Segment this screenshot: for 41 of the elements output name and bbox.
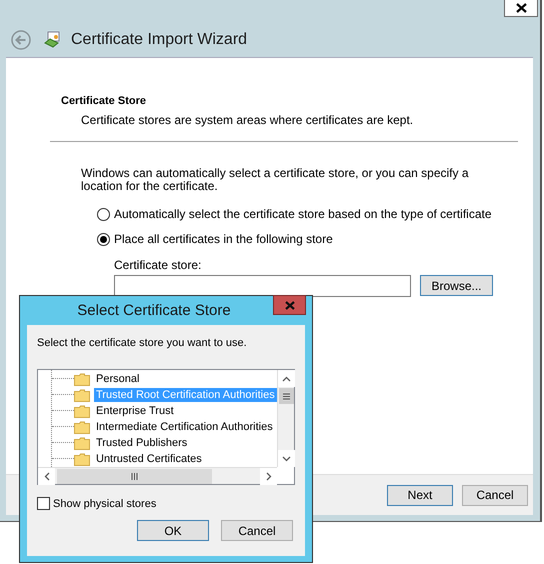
radio-button[interactable] [97,232,110,246]
radio-label: Automatically select the certificate store based on the type of certificate [114,207,492,221]
cancel-button[interactable]: Cancel [221,520,293,541]
scrollbar-thumb[interactable] [279,388,294,404]
scrollbar-thumb[interactable] [57,469,212,484]
close-icon [284,300,294,310]
tree-item[interactable]: Enterprise Trust [94,404,176,418]
radio-label: Place all certificates in the following store [114,232,333,246]
ok-button[interactable]: OK [137,520,209,541]
scroll-right-icon[interactable] [266,472,272,481]
checkbox-label: Show physical stores [53,498,156,510]
close-icon [516,2,526,12]
folder-icon [74,388,90,402]
radio-button[interactable] [97,208,110,220]
close-button[interactable] [504,0,538,17]
folder-icon [74,404,90,418]
folder-icon [74,420,90,434]
section-description: Certificate stores are system areas where certificates are kept. [81,113,414,127]
checkbox[interactable] [37,497,50,510]
scroll-up-icon[interactable] [282,376,291,382]
tree-item[interactable]: Intermediate Certification Authorities [94,420,275,434]
next-button[interactable]: Next [387,484,453,506]
tree-item[interactable]: Untrusted Certificates [94,452,204,466]
certificate-icon [43,31,61,49]
instruction-text: Windows can automatically select a certificate store, or you can specify a location for the certificate. [81,167,470,193]
folder-icon [74,436,90,450]
scroll-down-icon[interactable] [282,456,291,462]
store-tree[interactable]: Personal Trusted Root Certification Authorities Enterprise Trust Intermediate Certification Authorities Trusted Publishers Untrusted Certificates [37,369,295,485]
browse-button[interactable]: Browse... [420,275,493,296]
cancel-button[interactable]: Cancel [462,484,528,506]
folder-icon [74,372,90,386]
store-field[interactable] [114,275,411,297]
scroll-left-icon[interactable] [44,472,50,481]
section-heading: Certificate Store [61,95,147,107]
folder-icon [74,452,90,466]
window-title: Certificate Import Wizard [71,31,248,49]
dialog-title: Select Certificate Store [77,302,231,319]
prompt-text: Select the certificate store you want to use. [37,337,248,349]
field-label: Certificate store: [114,258,202,272]
tree-item[interactable]: Trusted Publishers [94,436,190,450]
tree-item[interactable]: Personal [94,372,142,386]
